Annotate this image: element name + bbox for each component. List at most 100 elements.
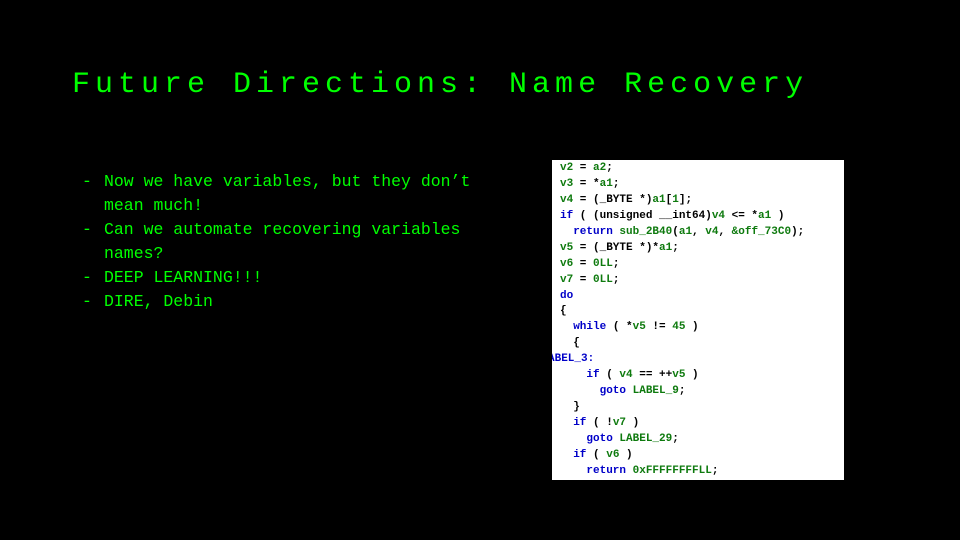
code-token: v7 <box>560 274 573 286</box>
code-token: ) <box>771 210 784 222</box>
code-token: goto <box>586 433 612 445</box>
slide-title: Future Directions: Name Recovery <box>72 68 808 102</box>
code-line: v5 = (_BYTE *)*a1; <box>552 241 844 257</box>
bullet-item: -Now we have variables, but they don’t m… <box>82 170 482 218</box>
code-token: a1 <box>659 242 672 254</box>
code-token: a2 <box>593 162 606 174</box>
code-token: a1 <box>652 194 665 206</box>
code-token: return <box>586 465 626 477</box>
code-token: ); <box>791 226 804 238</box>
code-token: if <box>573 417 586 429</box>
code-token <box>560 385 600 397</box>
code-token: ( (unsigned __int64) <box>573 210 712 222</box>
code-token: = * <box>573 178 599 190</box>
code-token: { <box>560 337 580 349</box>
bullet-item: -DIRE, Debin <box>82 290 482 314</box>
code-token: != <box>646 321 672 333</box>
code-token: v4 <box>619 369 632 381</box>
code-token: ; <box>672 242 679 254</box>
code-token: sub_2B40 <box>619 226 672 238</box>
code-token <box>560 465 586 477</box>
code-line: if ( (unsigned __int64)v4 <= *a1 ) <box>552 209 844 225</box>
code-token: = <box>573 274 593 286</box>
code-token: v4 <box>705 226 718 238</box>
bullet-dash: - <box>82 290 104 314</box>
code-line: v4 = (_BYTE *)a1[1]; <box>552 193 844 209</box>
code-line: v3 = *a1; <box>552 177 844 193</box>
code-token: v5 <box>672 369 685 381</box>
bullet-text: Now we have variables, but they don’t me… <box>104 170 482 218</box>
bullet-dash: - <box>82 218 104 266</box>
code-token: v3 <box>560 178 573 190</box>
code-token: goto <box>600 385 626 397</box>
code-line: while ( *v5 != 45 ) <box>552 320 844 336</box>
code-token: , <box>718 226 731 238</box>
code-token: = (_BYTE *) <box>573 194 652 206</box>
code-token: 0xFFFFFFFFLL <box>633 465 712 477</box>
code-token: ]; <box>679 194 692 206</box>
code-token: ; <box>712 465 719 477</box>
code-token: v6 <box>560 258 573 270</box>
bullet-text: DEEP LEARNING!!! <box>104 266 482 290</box>
code-line: { <box>552 336 844 352</box>
code-token: v4 <box>712 210 725 222</box>
code-token: ) <box>685 369 698 381</box>
bullet-text: DIRE, Debin <box>104 290 482 314</box>
code-token <box>560 449 573 461</box>
code-token <box>560 433 586 445</box>
code-token: a1 <box>679 226 692 238</box>
code-token <box>560 226 573 238</box>
code-token: 0LL <box>593 274 613 286</box>
code-token: while <box>573 321 606 333</box>
code-token: ) <box>626 417 639 429</box>
code-token <box>626 465 633 477</box>
code-token: ; <box>672 433 679 445</box>
code-token: = <box>573 258 593 270</box>
code-token: ( <box>586 449 606 461</box>
code-token: = (_BYTE *)* <box>573 242 659 254</box>
code-token: v5 <box>560 242 573 254</box>
bullet-item: -DEEP LEARNING!!! <box>82 266 482 290</box>
bullet-text: Can we automate recovering variables nam… <box>104 218 482 266</box>
code-line: } <box>552 400 844 416</box>
code-token <box>626 385 633 397</box>
code-token: LABEL_9 <box>633 385 679 397</box>
code-snippet: v2 = a2;v3 = *a1;v4 = (_BYTE *)a1[1];if … <box>552 160 844 480</box>
code-token: v2 <box>560 162 573 174</box>
code-token: a1 <box>758 210 771 222</box>
code-token: do <box>560 290 573 302</box>
code-token: ABEL_3: <box>552 353 594 365</box>
code-line: v6 = 0LL; <box>552 257 844 273</box>
code-token: ; <box>679 385 686 397</box>
code-line: return sub_2B40(a1, v4, &off_73C0); <box>552 225 844 241</box>
code-token: 1 <box>672 194 679 206</box>
code-token: v6 <box>606 449 619 461</box>
code-line: goto LABEL_9; <box>552 384 844 400</box>
code-token: == ++ <box>633 369 673 381</box>
bullet-dash: - <box>82 170 104 218</box>
code-token: , <box>692 226 705 238</box>
code-token: return <box>573 226 613 238</box>
code-token: ( <box>672 226 679 238</box>
code-line: if ( !v7 ) <box>552 416 844 432</box>
code-line: do <box>552 289 844 305</box>
code-line: v7 = 0LL; <box>552 273 844 289</box>
code-token: v5 <box>633 321 646 333</box>
code-line: ABEL_3: <box>552 352 844 368</box>
code-token: LABEL_29 <box>619 433 672 445</box>
code-line: goto LABEL_29; <box>552 432 844 448</box>
code-token: { <box>560 305 567 317</box>
slide: Future Directions: Name Recovery -Now we… <box>0 0 960 540</box>
code-line: { <box>552 304 844 320</box>
code-token: ; <box>613 258 620 270</box>
code-token: ; <box>613 178 620 190</box>
code-token: ( * <box>606 321 632 333</box>
code-token: ; <box>606 162 613 174</box>
code-token: ) <box>685 321 698 333</box>
code-token: &off_73C0 <box>732 226 791 238</box>
code-token: ; <box>613 274 620 286</box>
code-token: <= * <box>725 210 758 222</box>
bullet-dash: - <box>82 266 104 290</box>
code-token: if <box>586 369 599 381</box>
code-line: v2 = a2; <box>552 161 844 177</box>
